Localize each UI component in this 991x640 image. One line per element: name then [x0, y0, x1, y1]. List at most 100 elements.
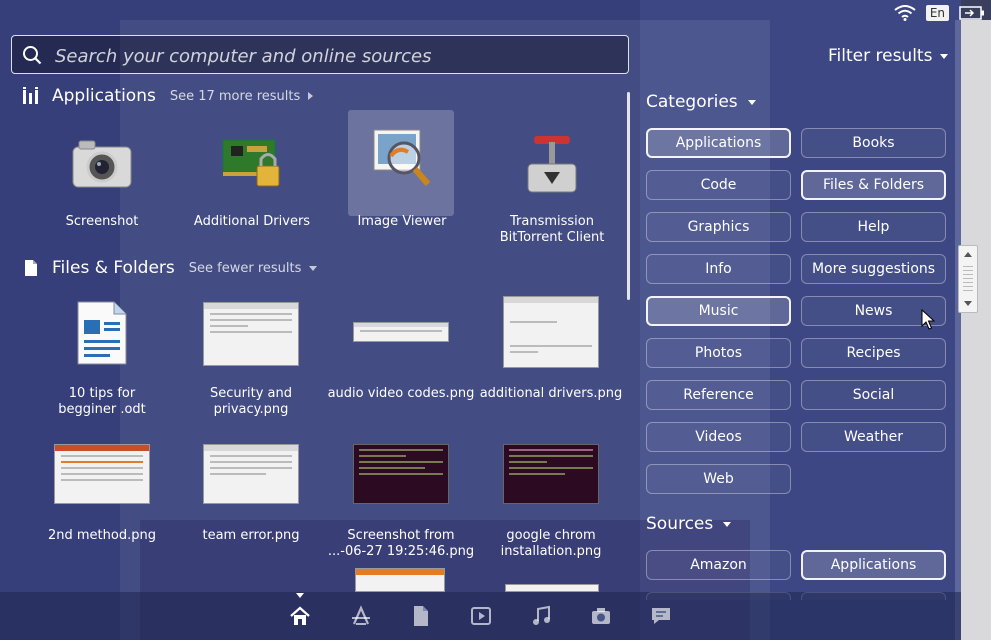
- category-info[interactable]: Info: [646, 254, 791, 284]
- dropdown-arrow-icon: [723, 521, 732, 527]
- scroll-down-icon[interactable]: [964, 301, 972, 306]
- image-thumbnail: [503, 444, 599, 504]
- file-tile[interactable]: additional drivers.png: [476, 296, 626, 418]
- file-label-line1: team error.png: [202, 528, 300, 543]
- image-thumbnail: [203, 444, 299, 504]
- source-applications[interactable]: Applications: [801, 550, 946, 580]
- file-tile[interactable]: Security and privacy.png: [176, 298, 326, 418]
- app-label-line1: Transmission: [510, 214, 594, 229]
- social-icon[interactable]: [649, 604, 673, 628]
- file-label-line2: privacy.png: [213, 402, 289, 417]
- file-tile[interactable]: team error.png: [176, 440, 326, 560]
- category-web[interactable]: Web: [646, 464, 791, 494]
- image-thumbnail-partial[interactable]: [505, 584, 599, 592]
- applications-section-title: Applications: [52, 86, 156, 106]
- transmission-icon: [527, 136, 577, 193]
- file-tile[interactable]: google chrom installation.png: [476, 440, 626, 560]
- categories-title: Categories: [646, 92, 738, 112]
- category-reference[interactable]: Reference: [646, 380, 791, 410]
- category-photos[interactable]: Photos: [646, 338, 791, 368]
- mouse-pointer-icon: [921, 309, 935, 330]
- applications-icon[interactable]: [349, 604, 373, 628]
- category-videos[interactable]: Videos: [646, 422, 791, 452]
- source-amazon[interactable]: Amazon: [646, 550, 791, 580]
- category-files-folders[interactable]: Files & Folders: [801, 170, 946, 200]
- app-tile-additional-drivers[interactable]: Additional Drivers: [177, 130, 327, 240]
- sources-header[interactable]: Sources: [646, 514, 732, 534]
- file-tile[interactable]: Screenshot from ...-06-27 19:25:46.png: [326, 440, 476, 560]
- file-label-line1: 10 tips for: [68, 386, 136, 401]
- file-label-line2: ...-06-27 19:25:46.png: [327, 544, 475, 559]
- files-lens-icon: [25, 260, 37, 276]
- app-tile-transmission[interactable]: Transmission BitTorrent Client: [477, 130, 627, 250]
- see-more-label: See 17 more results: [169, 88, 301, 104]
- chevron-right-icon: [308, 92, 314, 100]
- battery-icon[interactable]: [959, 6, 985, 20]
- category-help[interactable]: Help: [801, 212, 946, 242]
- category-graphics[interactable]: Graphics: [646, 212, 791, 242]
- chevron-down-icon: [309, 265, 318, 271]
- music-icon[interactable]: [529, 604, 553, 628]
- image-thumbnail-partial[interactable]: [355, 568, 445, 592]
- search-box[interactable]: [11, 35, 629, 74]
- applications-lens-icon: [23, 87, 38, 104]
- sources-title: Sources: [646, 514, 714, 534]
- files-section-title: Files & Folders: [52, 258, 175, 278]
- image-thumbnail: [353, 444, 449, 504]
- category-applications[interactable]: Applications: [646, 128, 791, 158]
- video-icon[interactable]: [469, 604, 493, 628]
- scroll-grip[interactable]: [963, 266, 973, 292]
- category-code[interactable]: Code: [646, 170, 791, 200]
- app-tile-screenshot[interactable]: Screenshot: [27, 130, 177, 240]
- image-thumbnail: [203, 302, 299, 366]
- image-thumbnail: [54, 444, 150, 504]
- top-panel-indicators: En: [894, 0, 991, 26]
- active-lens-indicator: [296, 593, 304, 598]
- keyboard-language-indicator[interactable]: En: [925, 5, 949, 21]
- app-label: Additional Drivers: [193, 214, 311, 229]
- document-icon: [77, 301, 127, 365]
- image-thumbnail: [503, 296, 599, 368]
- home-icon[interactable]: [288, 604, 312, 628]
- file-tile[interactable]: audio video codes.png: [326, 298, 476, 418]
- category-social[interactable]: Social: [801, 380, 946, 410]
- file-label-line1: Screenshot from: [347, 528, 455, 543]
- app-label: Screenshot: [65, 214, 139, 229]
- drivers-chip-lock-icon: [222, 139, 280, 187]
- image-thumbnail: [353, 322, 449, 342]
- app-tile-image-viewer[interactable]: Image Viewer: [327, 110, 477, 240]
- categories-header[interactable]: Categories: [646, 92, 756, 112]
- category-more-suggestions[interactable]: More suggestions: [801, 254, 946, 284]
- category-recipes[interactable]: Recipes: [801, 338, 946, 368]
- file-label-line1: additional drivers.png: [479, 386, 623, 401]
- file-tile[interactable]: 2nd method.png: [27, 440, 177, 560]
- results-scrollbar[interactable]: [627, 92, 630, 300]
- file-label-line1: audio video codes.png: [327, 386, 475, 401]
- photo-icon[interactable]: [589, 604, 613, 628]
- see-fewer-files-link[interactable]: See fewer results: [189, 261, 318, 276]
- dropdown-arrow-icon: [940, 53, 949, 59]
- camera-icon: [72, 140, 132, 188]
- file-label-line1: 2nd method.png: [48, 528, 156, 543]
- file-label-line2: begginer .odt: [58, 402, 146, 417]
- scroll-up-icon[interactable]: [964, 252, 972, 257]
- app-label: Image Viewer: [357, 214, 447, 229]
- file-label-line1: Security and: [210, 386, 292, 401]
- dropdown-arrow-icon: [747, 99, 756, 105]
- see-fewer-label: See fewer results: [188, 260, 302, 276]
- file-tile[interactable]: 10 tips for begginer .odt: [27, 298, 177, 418]
- window-scrollbar[interactable]: [958, 245, 978, 313]
- search-input[interactable]: [53, 42, 617, 70]
- image-viewer-icon: [373, 129, 431, 186]
- filter-results-toggle[interactable]: Filter results: [828, 46, 949, 66]
- file-label-line2: installation.png: [500, 544, 602, 559]
- category-weather[interactable]: Weather: [801, 422, 946, 452]
- see-more-applications-link[interactable]: See 17 more results: [169, 88, 314, 104]
- files-icon[interactable]: [409, 604, 433, 628]
- app-label-line2: BitTorrent Client: [499, 230, 605, 245]
- category-books[interactable]: Books: [801, 128, 946, 158]
- applications-section-header: Applications See 17 more results: [22, 86, 314, 106]
- category-music[interactable]: Music: [646, 296, 791, 326]
- wifi-icon[interactable]: [894, 5, 916, 21]
- filter-results-label: Filter results: [828, 46, 933, 66]
